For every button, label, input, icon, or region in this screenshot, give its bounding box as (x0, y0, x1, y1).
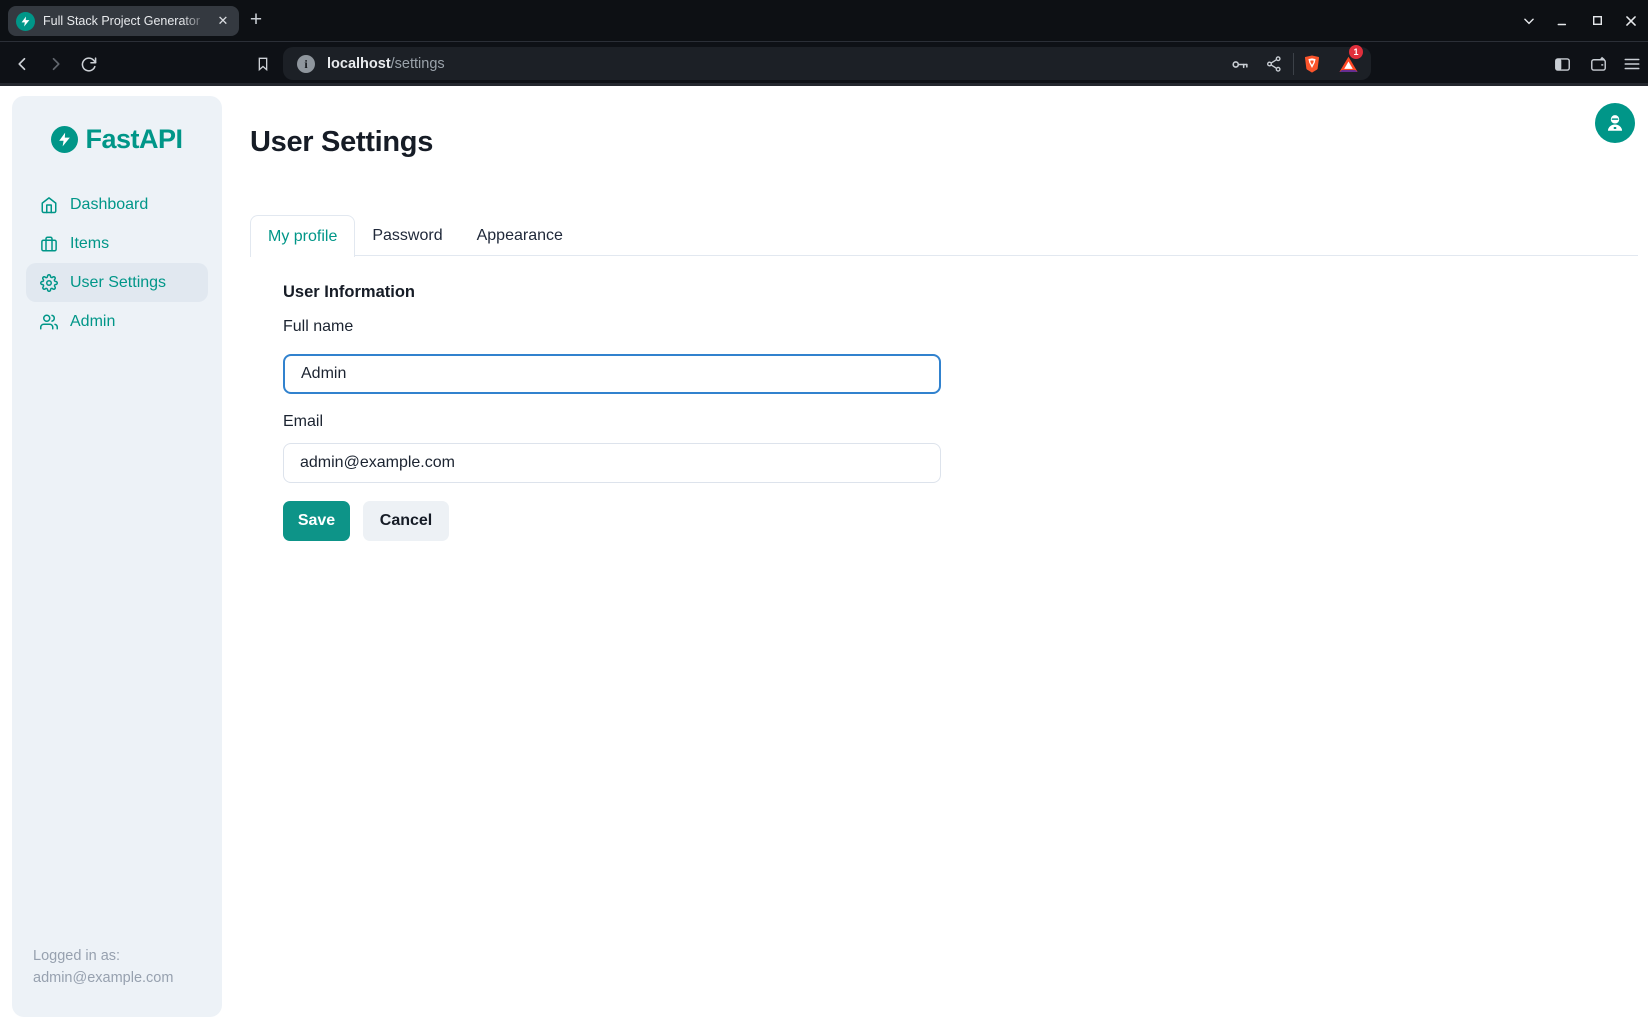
logged-in-email: admin@example.com (33, 967, 173, 989)
url-bar[interactable]: i localhost/settings (283, 47, 1371, 80)
sidebar-item-label: Items (70, 235, 109, 253)
browser-window: Full Stack Project Generator ✕ + (0, 0, 1648, 1025)
page-title: User Settings (250, 126, 433, 159)
tab-title-fade (182, 6, 212, 36)
back-icon[interactable] (8, 49, 38, 79)
window-controls (1512, 0, 1648, 41)
browser-tab[interactable]: Full Stack Project Generator ✕ (8, 6, 239, 36)
email-input[interactable] (283, 443, 941, 483)
forward-icon[interactable] (40, 49, 70, 79)
url-path: /settings (391, 56, 445, 72)
rewards-badge: 1 (1349, 45, 1363, 59)
sidebar-toggle-icon[interactable] (1547, 49, 1577, 79)
email-label: Email (283, 413, 323, 431)
page-content: FastAPI Dashboard Items (0, 89, 1648, 1025)
fastapi-bolt-icon (51, 126, 78, 153)
maximize-icon[interactable] (1580, 4, 1614, 38)
save-button[interactable]: Save (283, 501, 350, 541)
site-info-icon[interactable]: i (297, 55, 315, 73)
tab-strip: Full Stack Project Generator ✕ + (0, 0, 1648, 41)
cancel-button[interactable]: Cancel (363, 501, 449, 541)
logged-in-label: Logged in as: (33, 945, 173, 967)
sidebar-item-dashboard[interactable]: Dashboard (26, 185, 208, 224)
tab-password[interactable]: Password (355, 215, 459, 256)
sidebar-item-items[interactable]: Items (26, 224, 208, 263)
url-text[interactable]: localhost/settings (327, 56, 445, 72)
bookmark-icon[interactable] (248, 49, 278, 79)
home-icon (40, 196, 58, 214)
user-menu-button[interactable] (1595, 103, 1635, 143)
briefcase-icon (40, 235, 58, 253)
brave-shield-icon[interactable] (1297, 49, 1327, 79)
wallet-icon[interactable] (1583, 49, 1613, 79)
reload-icon[interactable] (73, 49, 103, 79)
full-name-input[interactable] (283, 354, 941, 394)
tab-appearance[interactable]: Appearance (460, 215, 580, 256)
sidebar-item-label: Dashboard (70, 196, 148, 214)
sidebar-item-label: User Settings (70, 274, 166, 292)
sidebar-item-admin[interactable]: Admin (26, 302, 208, 341)
fastapi-logo: FastAPI (12, 124, 222, 155)
sidebar-item-user-settings[interactable]: User Settings (26, 263, 208, 302)
saved-passwords-key-icon[interactable] (1225, 49, 1255, 79)
fastapi-favicon-icon (16, 12, 35, 31)
gear-icon (40, 274, 58, 292)
sidebar: FastAPI Dashboard Items (12, 96, 222, 1017)
url-host: localhost (327, 56, 391, 72)
tab-search-chevron-icon[interactable] (1512, 4, 1546, 38)
sidebar-nav: Dashboard Items User Settings (12, 185, 222, 341)
sidebar-item-label: Admin (70, 313, 115, 331)
share-icon[interactable] (1259, 49, 1289, 79)
menu-icon[interactable] (1617, 49, 1647, 79)
browser-toolbar: i localhost/settings 1 (0, 41, 1648, 86)
minimize-icon[interactable] (1546, 4, 1580, 38)
tab-my-profile[interactable]: My profile (250, 215, 355, 257)
new-tab-button[interactable]: + (243, 8, 269, 34)
full-name-label: Full name (283, 318, 353, 336)
close-window-icon[interactable] (1614, 4, 1648, 38)
user-astronaut-icon (1604, 112, 1626, 134)
section-title: User Information (283, 283, 415, 302)
users-icon (40, 313, 58, 331)
settings-tabs: My profile Password Appearance (250, 215, 1638, 256)
logo-text: FastAPI (85, 124, 182, 155)
tab-title: Full Stack Project Generator (43, 14, 205, 28)
close-tab-icon[interactable]: ✕ (213, 11, 233, 31)
logged-in-info: Logged in as: admin@example.com (33, 945, 173, 989)
toolbar-divider (1293, 53, 1294, 75)
